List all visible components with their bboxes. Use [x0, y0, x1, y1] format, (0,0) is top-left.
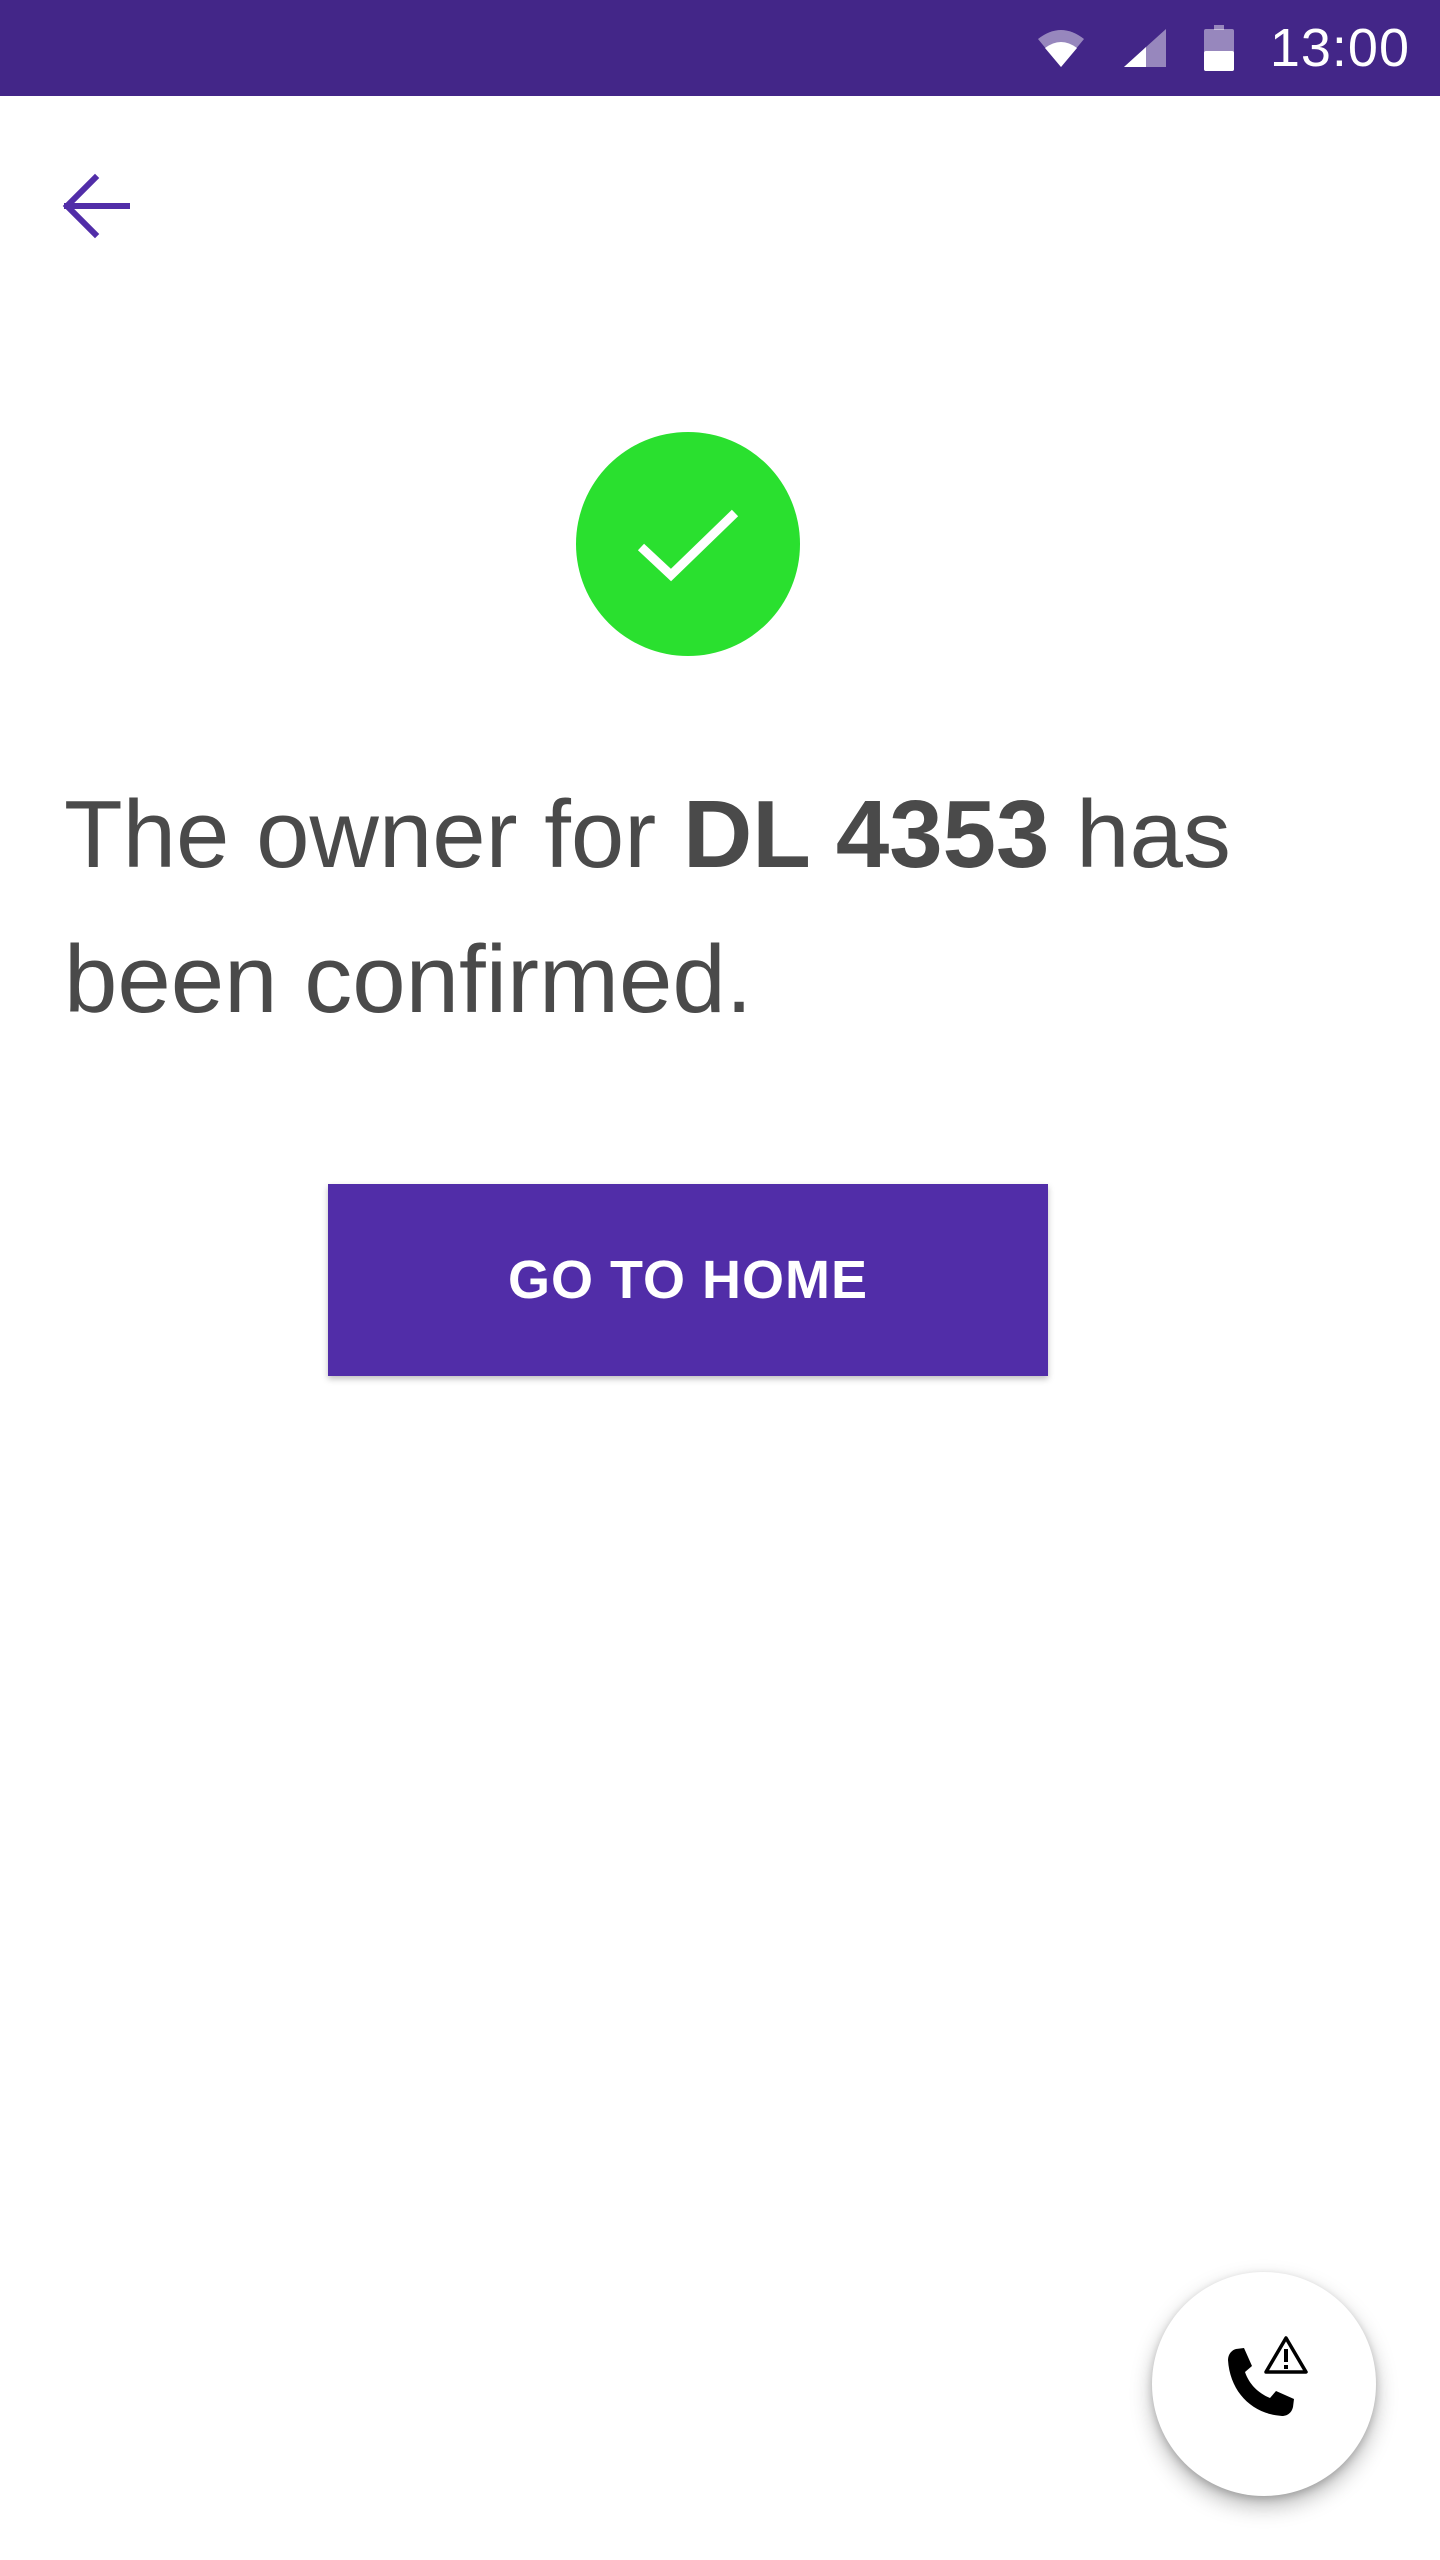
back-button[interactable]	[46, 158, 146, 258]
battery-icon	[1203, 25, 1234, 71]
check-circle-icon	[576, 432, 800, 656]
signal-icon	[1122, 27, 1168, 69]
status-bar: 13:00	[0, 0, 1440, 96]
status-time: 13:00	[1269, 18, 1410, 78]
arrow-left-icon	[61, 173, 131, 244]
confirmation-message: The owner for DL 4353 has been confirmed…	[64, 762, 1364, 1052]
emergency-call-fab[interactable]	[1152, 2272, 1376, 2496]
message-prefix: The owner for	[64, 781, 683, 888]
phone-alert-icon	[1214, 2332, 1314, 2437]
wifi-icon	[1036, 27, 1086, 69]
confirmation-screen: 13:00 The owner for DL 4353 has been con…	[0, 0, 1440, 2560]
vehicle-id: DL 4353	[682, 781, 1050, 888]
go-to-home-button[interactable]: GO TO HOME	[328, 1184, 1048, 1376]
